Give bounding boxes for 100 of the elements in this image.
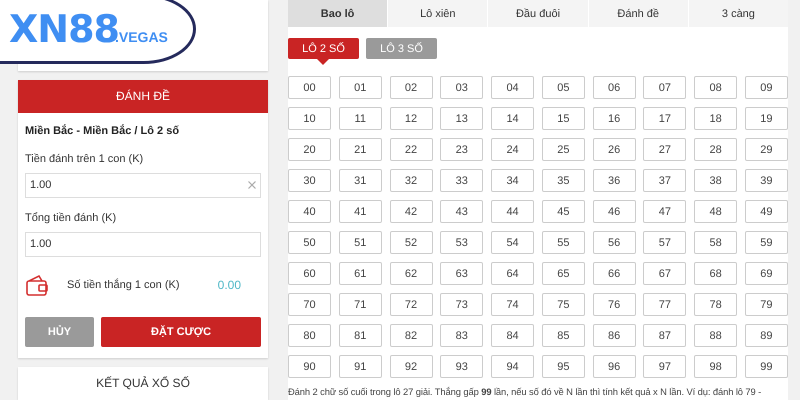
- number-option[interactable]: 51: [338, 231, 382, 254]
- tab[interactable]: Bao lô: [288, 0, 388, 27]
- number-option[interactable]: 94: [491, 355, 534, 378]
- number-option[interactable]: 43: [440, 200, 484, 223]
- number-option[interactable]: 50: [288, 231, 331, 254]
- number-option[interactable]: 78: [694, 293, 738, 316]
- number-option[interactable]: 62: [390, 262, 433, 285]
- number-option[interactable]: 81: [338, 324, 382, 347]
- number-option[interactable]: 56: [592, 231, 636, 254]
- results-link[interactable]: KẾT QUẢ XỔ SỐ: [18, 366, 268, 400]
- number-option[interactable]: 21: [338, 138, 382, 161]
- number-option[interactable]: 14: [491, 107, 534, 130]
- number-option[interactable]: 84: [491, 324, 534, 347]
- number-option[interactable]: 10: [288, 107, 331, 130]
- number-option[interactable]: 67: [643, 262, 686, 285]
- number-option[interactable]: 16: [592, 107, 636, 130]
- number-option[interactable]: 24: [491, 138, 534, 161]
- number-option[interactable]: 60: [288, 262, 331, 285]
- number-option[interactable]: 64: [491, 262, 534, 285]
- tab[interactable]: Lô xiên: [388, 0, 488, 27]
- number-option[interactable]: 04: [491, 76, 534, 99]
- number-option[interactable]: 73: [440, 293, 484, 316]
- number-option[interactable]: 39: [744, 169, 788, 192]
- number-option[interactable]: 29: [744, 138, 788, 161]
- close-icon[interactable]: [248, 181, 256, 190]
- number-option[interactable]: 48: [694, 200, 738, 223]
- number-option[interactable]: 22: [390, 138, 433, 161]
- number-option[interactable]: 53: [440, 231, 484, 254]
- number-option[interactable]: 01: [338, 76, 382, 99]
- number-option[interactable]: 09: [744, 76, 788, 99]
- number-option[interactable]: 49: [744, 200, 788, 223]
- number-option[interactable]: 80: [288, 324, 331, 347]
- number-option[interactable]: 93: [440, 355, 484, 378]
- number-option[interactable]: 40: [288, 200, 331, 223]
- number-option[interactable]: 65: [542, 262, 585, 285]
- number-option[interactable]: 06: [592, 76, 636, 99]
- number-option[interactable]: 86: [592, 324, 636, 347]
- number-option[interactable]: 55: [542, 231, 585, 254]
- number-option[interactable]: 70: [288, 293, 331, 316]
- number-option[interactable]: 17: [643, 107, 686, 130]
- number-option[interactable]: 03: [440, 76, 484, 99]
- number-option[interactable]: 77: [643, 293, 686, 316]
- number-option[interactable]: 52: [390, 231, 433, 254]
- number-option[interactable]: 26: [592, 138, 636, 161]
- number-option[interactable]: 12: [390, 107, 433, 130]
- number-option[interactable]: 08: [694, 76, 738, 99]
- submit-button[interactable]: ĐẶT CƯỢC: [101, 316, 261, 347]
- number-option[interactable]: 35: [542, 169, 585, 192]
- number-option[interactable]: 18: [694, 107, 738, 130]
- number-option[interactable]: 97: [643, 355, 686, 378]
- number-option[interactable]: 45: [542, 200, 585, 223]
- input-field[interactable]: 1.00: [25, 172, 261, 198]
- number-option[interactable]: 57: [643, 231, 686, 254]
- number-option[interactable]: 47: [643, 200, 686, 223]
- number-option[interactable]: 59: [744, 231, 788, 254]
- number-option[interactable]: 54: [491, 231, 534, 254]
- number-option[interactable]: 95: [542, 355, 585, 378]
- number-option[interactable]: 37: [643, 169, 686, 192]
- number-option[interactable]: 63: [440, 262, 484, 285]
- number-option[interactable]: 42: [390, 200, 433, 223]
- tab[interactable]: 3 càng: [688, 0, 788, 27]
- number-option[interactable]: 82: [390, 324, 433, 347]
- number-option[interactable]: 87: [643, 324, 686, 347]
- number-option[interactable]: 89: [744, 324, 788, 347]
- number-option[interactable]: 76: [592, 293, 636, 316]
- number-option[interactable]: 11: [338, 107, 382, 130]
- tab[interactable]: Đánh đề: [588, 0, 688, 27]
- number-option[interactable]: 92: [390, 355, 433, 378]
- number-option[interactable]: 25: [542, 138, 585, 161]
- number-option[interactable]: 98: [694, 355, 738, 378]
- number-option[interactable]: 68: [694, 262, 738, 285]
- number-option[interactable]: 27: [643, 138, 686, 161]
- number-option[interactable]: 99: [744, 355, 788, 378]
- sub-tab[interactable]: LÔ 2 SỐ: [288, 38, 359, 59]
- number-option[interactable]: 13: [440, 107, 484, 130]
- number-option[interactable]: 23: [440, 138, 484, 161]
- number-option[interactable]: 69: [744, 262, 788, 285]
- number-option[interactable]: 85: [542, 324, 585, 347]
- number-option[interactable]: 00: [288, 76, 331, 99]
- number-option[interactable]: 05: [542, 76, 585, 99]
- number-option[interactable]: 79: [744, 293, 788, 316]
- number-option[interactable]: 02: [390, 76, 433, 99]
- number-option[interactable]: 41: [338, 200, 382, 223]
- number-option[interactable]: 07: [643, 76, 686, 99]
- number-option[interactable]: 31: [338, 169, 382, 192]
- number-option[interactable]: 19: [744, 107, 788, 130]
- number-option[interactable]: 58: [694, 231, 738, 254]
- number-option[interactable]: 32: [390, 169, 433, 192]
- number-option[interactable]: 34: [491, 169, 534, 192]
- number-option[interactable]: 15: [542, 107, 585, 130]
- number-option[interactable]: 90: [288, 355, 331, 378]
- number-option[interactable]: 74: [491, 293, 534, 316]
- number-option[interactable]: 28: [694, 138, 738, 161]
- number-option[interactable]: 75: [542, 293, 585, 316]
- number-option[interactable]: 91: [338, 355, 382, 378]
- number-option[interactable]: 20: [288, 138, 331, 161]
- tab[interactable]: Đầu đuôi: [488, 0, 588, 27]
- number-option[interactable]: 33: [440, 169, 484, 192]
- number-option[interactable]: 71: [338, 293, 382, 316]
- number-option[interactable]: 83: [440, 324, 484, 347]
